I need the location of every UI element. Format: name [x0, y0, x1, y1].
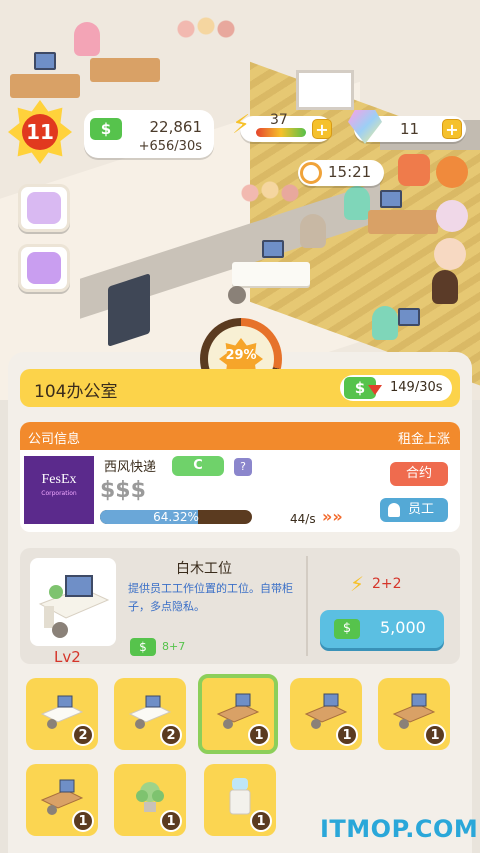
company-progress-text: 64.32%: [153, 510, 199, 524]
money-amount: 22,861: [149, 118, 203, 136]
timer-value: 15:21: [328, 163, 372, 181]
company-speed: 44/s: [290, 512, 316, 526]
grid-item-wood-desk[interactable]: 1: [198, 674, 278, 754]
wheel-icon[interactable]: [434, 238, 466, 270]
item-count: 1: [248, 724, 270, 746]
gift-box-button[interactable]: [18, 244, 70, 292]
desk[interactable]: [368, 210, 438, 234]
company-card-header: 公司信息 租金上涨: [20, 422, 460, 450]
buy-price: 5,000: [380, 618, 426, 637]
down-arrow-icon: [368, 385, 382, 395]
add-gems-button[interactable]: +: [442, 119, 462, 139]
item-energy-value: 2+2: [372, 576, 402, 592]
energy-value: 37: [270, 112, 288, 128]
timer[interactable]: 15:21: [298, 160, 384, 186]
cash-icon: $: [334, 619, 360, 639]
chair: [228, 286, 246, 304]
item-detail-card: Lv2 白木工位 提供员工工作位置的工位。自带柜子，多点隐私。 $ 8+7 ⚡ …: [20, 548, 460, 666]
company-info-title: 公司信息: [28, 432, 81, 447]
white-desk-icon: [38, 575, 110, 638]
energy-bar: [256, 128, 306, 137]
speed-arrows-icon: »»: [322, 507, 343, 526]
item-count: 1: [250, 810, 272, 832]
item-level: Lv2: [54, 648, 81, 666]
level-number: 11: [22, 114, 58, 150]
cash-icon: $: [90, 118, 122, 140]
monitor: [380, 190, 402, 208]
company-logo: FesEx Corporation: [24, 456, 94, 524]
desk[interactable]: [90, 58, 160, 82]
monitor: [34, 52, 56, 70]
gem-value: 11: [400, 120, 420, 138]
energy-counter[interactable]: ⚡ 37 +: [232, 110, 332, 142]
item-description: 提供员工工作位置的工位。自带柜子，多点隐私。: [128, 582, 293, 613]
desk[interactable]: [10, 74, 80, 98]
item-count: 1: [72, 810, 94, 832]
item-title: 白木工位: [176, 561, 232, 577]
buy-button[interactable]: $ 5,000: [320, 610, 444, 648]
grid-item-white-desk[interactable]: 2: [114, 678, 186, 750]
worker[interactable]: [432, 270, 458, 304]
item-income-value: 8+7: [162, 640, 186, 653]
item-count: 2: [72, 724, 94, 746]
company-rating: $$$: [100, 478, 146, 503]
money-rate: +656/30s: [138, 139, 202, 154]
contract-button[interactable]: 合约: [390, 462, 448, 486]
window: [296, 70, 354, 110]
worker[interactable]: [300, 214, 326, 248]
grid-item-wood-desk[interactable]: 1: [378, 678, 450, 750]
gear-decoration: [176, 14, 236, 44]
gem-counter[interactable]: 11 +: [348, 110, 466, 144]
clock-icon: [300, 162, 322, 184]
add-energy-button[interactable]: +: [312, 119, 332, 139]
cash-icon: $: [130, 638, 156, 656]
item-count: 1: [336, 724, 358, 746]
rent-rate: 149/30s: [390, 380, 443, 395]
company-progress-bar: 64.32%: [100, 510, 252, 524]
bolt-icon: ⚡: [350, 572, 365, 596]
grid-item-wood-desk[interactable]: 1: [290, 678, 362, 750]
worker[interactable]: [344, 186, 370, 220]
staff-button[interactable]: 员工: [380, 498, 448, 522]
gear-decoration: [240, 178, 300, 208]
staff-label: 员工: [408, 502, 435, 517]
item-count: 1: [424, 724, 446, 746]
company-name: 西风快递: [104, 460, 157, 475]
office-header: 104办公室 $ 149/30s: [20, 369, 460, 407]
bolt-icon: ⚡: [232, 110, 251, 140]
watermark: ITMOP.COM: [320, 815, 479, 843]
book-icon[interactable]: [398, 154, 430, 186]
level-badge[interactable]: 11: [8, 100, 72, 164]
progress-percent: 29%: [225, 348, 257, 363]
worker[interactable]: [74, 22, 100, 56]
money-counter[interactable]: $ 22,861 +656/30s: [84, 110, 214, 158]
divider: [306, 556, 308, 656]
worker[interactable]: [372, 306, 398, 340]
wizard-icon: [27, 192, 61, 224]
item-count: 2: [160, 724, 182, 746]
item-thumbnail: [30, 558, 116, 646]
item-count: 1: [160, 810, 182, 832]
monitor: [262, 240, 284, 258]
help-icon[interactable]: ?: [234, 458, 252, 476]
white-desk[interactable]: [232, 262, 310, 286]
grid-item-wood-desk[interactable]: 1: [26, 764, 98, 836]
company-card: 公司信息 租金上涨 FesEx Corporation 西风快递 C ? $$$…: [20, 422, 460, 532]
gift-icon[interactable]: [436, 200, 468, 232]
rent-increase-label[interactable]: 租金上涨: [398, 428, 450, 447]
person-icon: [388, 503, 400, 517]
gear-icon[interactable]: [436, 156, 468, 188]
logo-text: FesEx: [41, 472, 77, 487]
office-name: 104办公室: [34, 382, 118, 402]
grid-item-plant[interactable]: 1: [114, 764, 186, 836]
wizard-event-button[interactable]: [18, 184, 70, 232]
gift-box-icon: [27, 252, 61, 284]
item-income: $ 8+7: [130, 638, 190, 656]
grid-item-white-desk[interactable]: 2: [26, 678, 98, 750]
rent-counter[interactable]: $ 149/30s: [340, 375, 452, 401]
company-grade: C: [172, 456, 224, 476]
grid-item-water-cooler[interactable]: 1: [204, 764, 276, 836]
monitor: [398, 308, 420, 326]
logo-subtext: Corporation: [41, 490, 77, 497]
